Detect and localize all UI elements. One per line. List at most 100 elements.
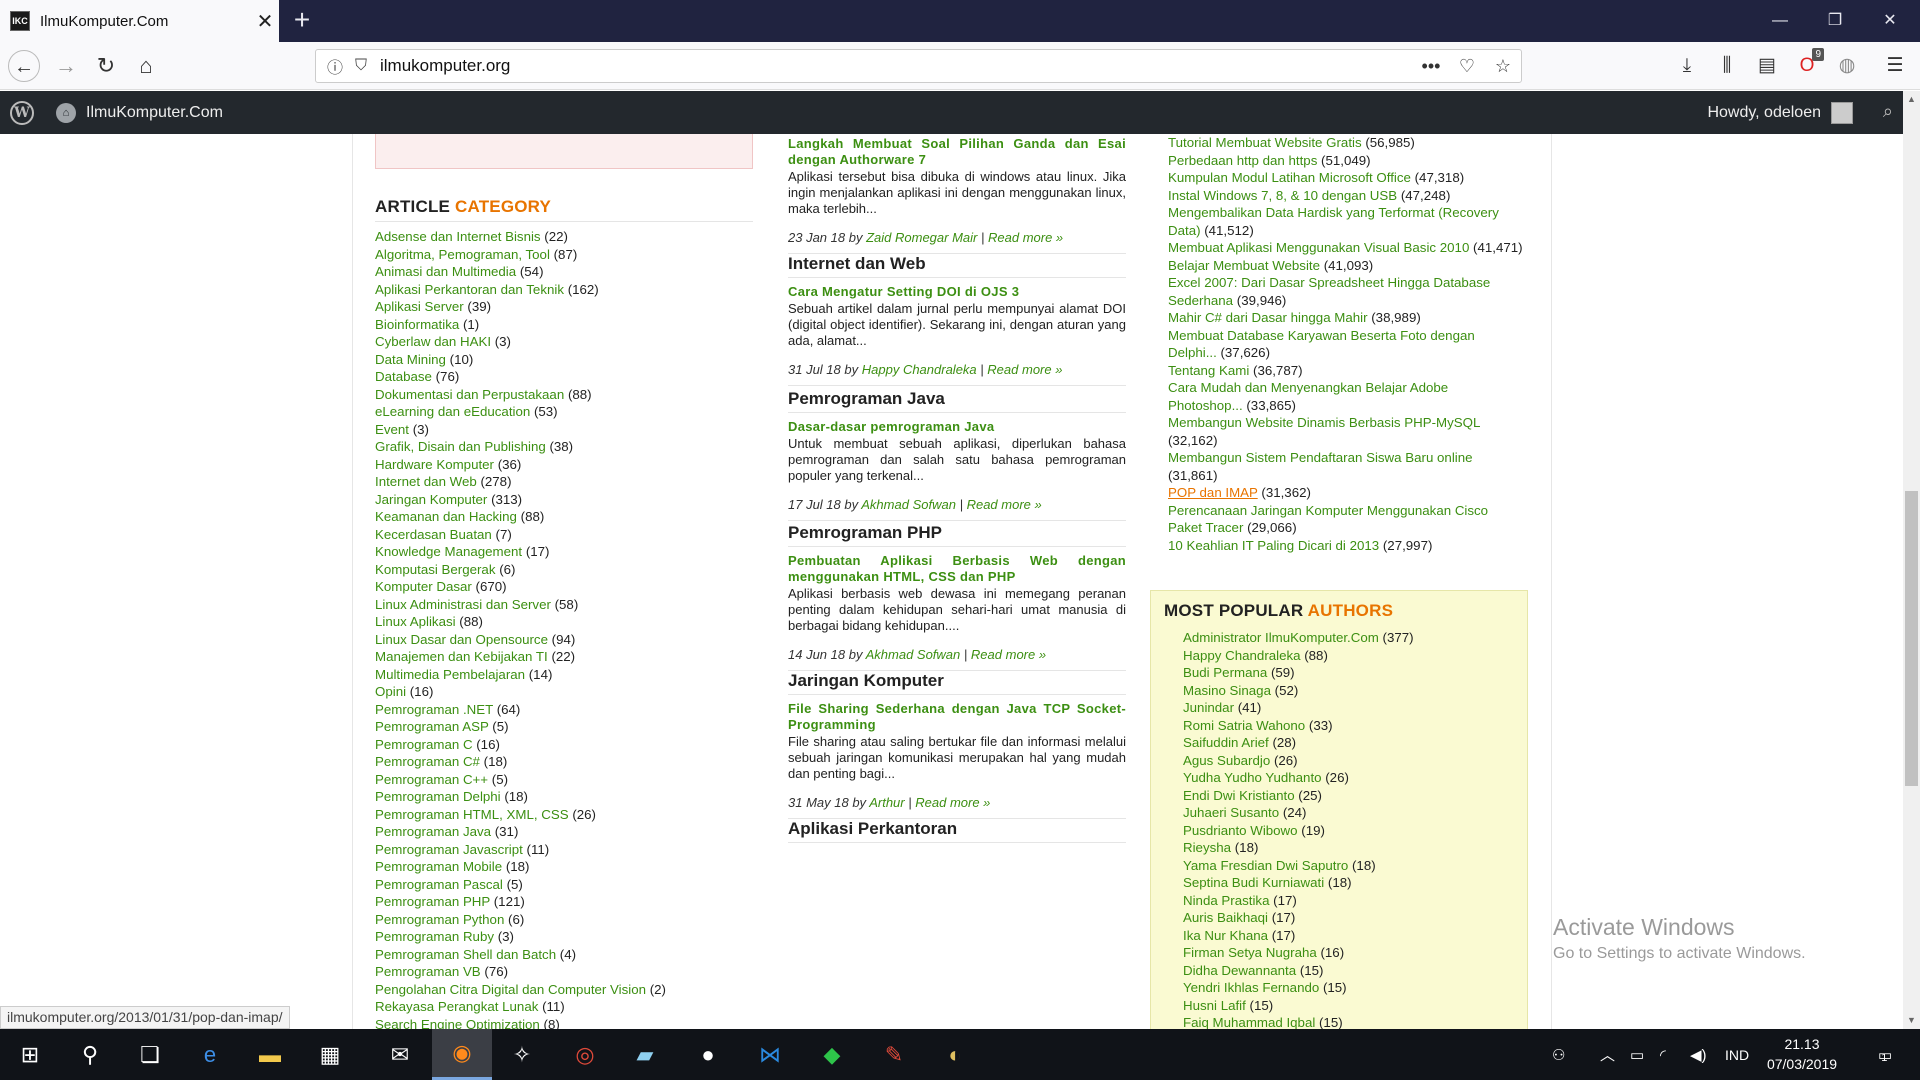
post-title-link[interactable]: Langkah Membuat Soal Pilihan Ganda dan E… [788,136,1126,168]
chrome-icon[interactable]: ◎ [555,1029,615,1080]
author-link[interactable]: Endi Dwi Kristianto [1183,788,1295,803]
popular-post-link[interactable]: POP dan IMAP [1168,485,1258,500]
author-link[interactable]: Masino Sinaga [1183,683,1271,698]
github-icon[interactable]: ● [678,1029,738,1080]
category-link[interactable]: Pemrograman Delphi [375,789,501,804]
category-link[interactable]: Pemrograman Ruby [375,929,494,944]
popular-post-link[interactable]: Membangun Sistem Pendaftaran Siswa Baru … [1168,450,1473,465]
category-link[interactable]: Aplikasi Server [375,299,464,314]
battery-icon[interactable]: ▭ [1630,1029,1644,1080]
start-windows-icon[interactable]: ⊞ [0,1029,60,1080]
scroll-down-icon[interactable]: ▼ [1903,1012,1920,1029]
category-link[interactable]: Search Engine Optimization [375,1017,540,1030]
category-link[interactable]: Rekayasa Perangkat Lunak [375,999,538,1014]
popular-post-link[interactable]: Perbedaan http dan https [1168,153,1317,168]
category-link[interactable]: Database [375,369,432,384]
category-link[interactable]: Event [375,422,409,437]
download-icon[interactable]: ⤓ [1670,50,1704,82]
read-more-link[interactable]: Read more » [987,362,1062,377]
category-link[interactable]: Linux Dasar dan Opensource [375,632,548,647]
category-link[interactable]: Pemrograman Mobile [375,859,502,874]
read-more-link[interactable]: Read more » [967,497,1042,512]
author-link[interactable]: Saifuddin Arief [1183,735,1269,750]
category-link[interactable]: Aplikasi Perkantoran dan Teknik [375,282,564,297]
address-bar[interactable]: ⓘ ⛉ ilmukomputer.org ••• ♡ ☆ [315,49,1522,83]
category-link[interactable]: Keamanan dan Hacking [375,509,517,524]
category-link[interactable]: Pemrograman C++ [375,772,488,787]
show-hidden-icons-icon[interactable]: ︿ [1600,1029,1615,1080]
category-link[interactable]: Komputasi Bergerak [375,562,495,577]
popular-post-link[interactable]: Belajar Membuat Website [1168,258,1320,273]
popular-post-link[interactable]: Tentang Kami [1168,363,1249,378]
category-link[interactable]: Pemrograman C# [375,754,480,769]
tab-close-icon[interactable]: ✕ [251,9,279,34]
category-link[interactable]: Pemrograman Python [375,912,504,927]
reload-button[interactable]: ↻ [90,50,122,82]
category-link[interactable]: Opini [375,684,406,699]
post-title-link[interactable]: Dasar-dasar pemrograman Java [788,419,1126,435]
category-link[interactable]: Data Mining [375,352,446,367]
post-author-link[interactable]: Arthur [869,795,904,810]
home-button[interactable]: ⌂ [130,50,162,82]
category-link[interactable]: Linux Aplikasi [375,614,456,629]
edge-browser-icon[interactable]: e [180,1029,240,1080]
author-link[interactable]: Husni Lafif [1183,998,1246,1013]
category-link[interactable]: Pemrograman Java [375,824,491,839]
task-view-icon[interactable]: ❏ [120,1029,180,1080]
mail-icon[interactable]: ✉ [370,1029,430,1080]
people-icon[interactable]: ⚇ [1552,1029,1565,1080]
popular-post-link[interactable]: 10 Keahlian IT Paling Dicari di 2013 [1168,538,1379,553]
post-author-link[interactable]: Happy Chandraleka [862,362,977,377]
file-explorer-icon[interactable]: ▬ [240,1029,300,1080]
author-link[interactable]: Firman Setya Nugraha [1183,945,1317,960]
post-title-link[interactable]: Pembuatan Aplikasi Berbasis Web dengan m… [788,553,1126,585]
category-link[interactable]: Hardware Komputer [375,457,494,472]
author-link[interactable]: Romi Satria Wahono [1183,718,1305,733]
category-link[interactable]: Pemrograman HTML, XML, CSS [375,807,569,822]
category-link[interactable]: Dokumentasi dan Perpustakaan [375,387,564,402]
author-link[interactable]: Ika Nur Khana [1183,928,1268,943]
popular-post-link[interactable]: Excel 2007: Dari Dasar Spreadsheet Hingg… [1168,275,1490,308]
category-link[interactable]: Cyberlaw dan HAKI [375,334,491,349]
author-link[interactable]: Ninda Prastika [1183,893,1269,908]
firefox-icon[interactable]: ◉ [432,1029,492,1080]
forward-button[interactable]: → [50,50,82,82]
author-link[interactable]: Junindar [1183,700,1234,715]
search-icon[interactable]: ⌕ [1883,101,1893,122]
author-link[interactable]: Agus Subardjo [1183,753,1270,768]
popular-post-link[interactable]: Membangun Website Dinamis Berbasis PHP-M… [1168,415,1480,430]
read-more-link[interactable]: Read more » [971,647,1046,662]
post-author-link[interactable]: Akhmad Sofwan [866,647,961,662]
category-link[interactable]: Pemrograman Pascal [375,877,503,892]
category-link[interactable]: Bioinformatika [375,317,459,332]
author-link[interactable]: Septina Budi Kurniawati [1183,875,1324,890]
author-link[interactable]: Yendri Ikhlas Fernando [1183,980,1319,995]
clock[interactable]: 21.13 07/03/2019 [1762,1034,1842,1074]
bookmark-star-icon[interactable]: ☆ [1485,56,1521,77]
paint-tool-icon[interactable]: ✎ [864,1029,924,1080]
category-link[interactable]: Pemrograman ASP [375,719,489,734]
wifi-icon[interactable]: ◜ [1660,1029,1666,1080]
vertical-scrollbar[interactable]: ▲ ▼ [1903,91,1920,1029]
category-link[interactable]: Animasi dan Multimedia [375,264,516,279]
popular-post-link[interactable]: Mahir C# dari Dasar hingga Mahir [1168,310,1368,325]
category-link[interactable]: Pemrograman .NET [375,702,493,717]
post-author-link[interactable]: Zaid Romegar Mair [866,230,977,245]
category-link[interactable]: Pemrograman C [375,737,473,752]
sidebar-icon[interactable]: ▤ [1750,50,1784,82]
wp-account-menu[interactable]: Howdy, odeloen [1707,91,1853,134]
popular-post-link[interactable]: Cara Mudah dan Menyenangkan Belajar Adob… [1168,380,1448,413]
back-button[interactable]: ← [8,50,40,82]
page-actions-icon[interactable]: ••• [1413,56,1449,77]
read-more-link[interactable]: Read more » [915,795,990,810]
popular-post-link[interactable]: Instal Windows 7, 8, & 10 dengan USB [1168,188,1397,203]
popular-post-link[interactable]: Membuat Database Karyawan Beserta Foto d… [1168,328,1475,361]
category-link[interactable]: Kecerdasan Buatan [375,527,492,542]
globe-icon[interactable]: ◍ [1830,50,1864,82]
author-link[interactable]: Budi Permana [1183,665,1267,680]
author-link[interactable]: Rieysha [1183,840,1231,855]
author-link[interactable]: Yama Fresdian Dwi Saputro [1183,858,1348,873]
wp-site-link[interactable]: ⌂ IlmuKomputer.Com [56,91,223,134]
store-icon[interactable]: ▦ [300,1029,360,1080]
author-link[interactable]: Administrator IlmuKomputer.Com [1183,630,1379,645]
